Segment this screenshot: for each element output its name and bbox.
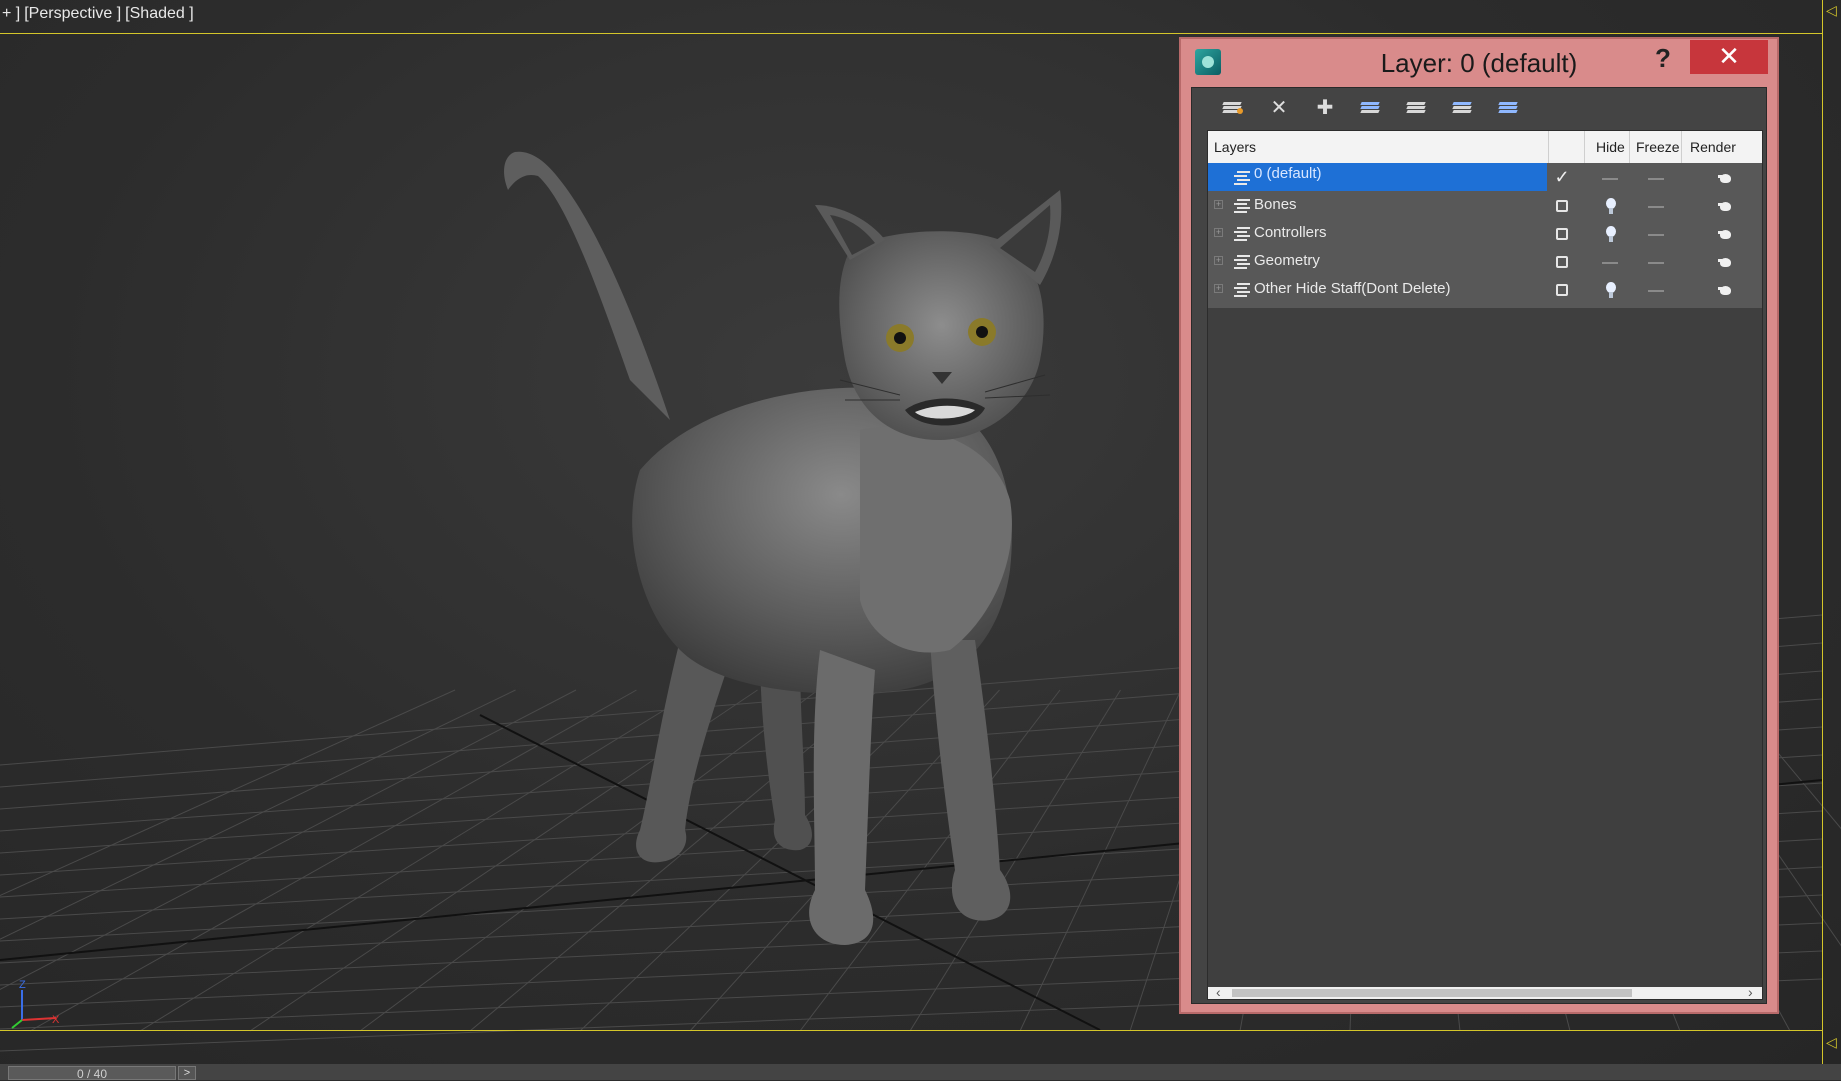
maximize-corner-icon[interactable]: ◁: [1826, 2, 1837, 19]
freeze-all-layers-icon: [1499, 102, 1517, 114]
render-teapot-icon[interactable]: [1718, 228, 1734, 240]
select-objects-in-layer-button[interactable]: [1358, 96, 1384, 120]
layer-name-cell[interactable]: + Controllers: [1208, 219, 1547, 250]
layer-list-header: Layers Hide Freeze Render: [1208, 131, 1762, 163]
viewport-pov-label[interactable]: [Perspective ]: [24, 5, 121, 22]
set-current-checkbox[interactable]: [1556, 256, 1568, 268]
hide-lightbulb-icon[interactable]: [1605, 282, 1617, 300]
horizontal-scrollbar[interactable]: ‹ ›: [1208, 987, 1762, 999]
layer-icon: [1234, 255, 1250, 269]
highlight-selected-layer-button[interactable]: [1404, 96, 1430, 120]
layer-name-cell[interactable]: + Bones: [1208, 191, 1547, 222]
freeze-toggle-dash-icon[interactable]: [1648, 290, 1664, 292]
highlight-selected-layer-icon: [1407, 102, 1425, 114]
scroll-left-icon[interactable]: ‹: [1216, 984, 1221, 1000]
select-objects-in-layer-icon: [1361, 102, 1379, 114]
freeze-toggle-dash-icon[interactable]: [1648, 206, 1664, 208]
layer-row[interactable]: + Other Hide Staff(Dont Delete): [1208, 275, 1762, 308]
layer-name: Controllers: [1254, 224, 1327, 241]
layer-toolbar: ✕ ✚: [1192, 88, 1766, 126]
layer-name: 0 (default): [1254, 165, 1322, 182]
scroll-right-icon[interactable]: ›: [1748, 984, 1753, 1000]
close-button[interactable]: ✕: [1690, 40, 1768, 74]
freeze-toggle-dash-icon[interactable]: [1648, 178, 1664, 180]
layer-name-cell[interactable]: + Geometry: [1208, 247, 1547, 278]
column-header-layers[interactable]: Layers: [1214, 139, 1256, 155]
layer-icon: [1234, 283, 1250, 297]
viewport-label[interactable]: + ][Perspective ][Shaded ]: [2, 5, 198, 23]
scrollbar-thumb[interactable]: [1232, 989, 1632, 997]
column-header-render[interactable]: Render: [1690, 139, 1736, 155]
hide-toggle-dash-icon[interactable]: [1602, 262, 1618, 264]
dialog-titlebar[interactable]: Layer: 0 (default) ? ✕: [1181, 39, 1777, 85]
add-to-layer-icon: ✚: [1317, 97, 1334, 119]
current-layer-check-icon[interactable]: ✓: [1552, 167, 1572, 187]
column-header-hide[interactable]: Hide: [1596, 139, 1625, 155]
hide-lightbulb-icon[interactable]: [1605, 226, 1617, 244]
layer-name-cell[interactable]: + Other Hide Staff(Dont Delete): [1208, 275, 1547, 306]
freeze-toggle-dash-icon[interactable]: [1648, 262, 1664, 264]
dialog-body: ✕ ✚ Layers Hide: [1191, 87, 1767, 1004]
hide-all-layers-button[interactable]: [1450, 96, 1476, 120]
set-current-checkbox[interactable]: [1556, 228, 1568, 240]
hide-toggle-dash-icon[interactable]: [1602, 178, 1618, 180]
layer-name-cell[interactable]: 0 (default): [1208, 163, 1547, 194]
add-to-layer-button[interactable]: ✚: [1312, 96, 1338, 120]
render-teapot-icon[interactable]: [1718, 200, 1734, 212]
maximize-corner-icon[interactable]: ◁: [1826, 1034, 1837, 1051]
time-slider[interactable]: 0 / 40: [8, 1066, 176, 1080]
delete-layer-button[interactable]: ✕: [1266, 96, 1292, 120]
delete-layer-icon: ✕: [1271, 97, 1288, 119]
hide-lightbulb-icon[interactable]: [1605, 198, 1617, 216]
set-current-checkbox[interactable]: [1556, 284, 1568, 296]
layer-name: Bones: [1254, 196, 1297, 213]
layer-icon: [1234, 171, 1250, 185]
freeze-toggle-dash-icon[interactable]: [1648, 234, 1664, 236]
hide-all-layers-icon: [1453, 102, 1471, 114]
expand-icon[interactable]: +: [1214, 256, 1223, 265]
layer-list[interactable]: Layers Hide Freeze Render 0 (default) ✓ + B…: [1207, 130, 1763, 1000]
expand-icon[interactable]: +: [1214, 228, 1223, 237]
help-button[interactable]: ?: [1655, 43, 1671, 74]
freeze-all-layers-button[interactable]: [1496, 96, 1522, 120]
layer-dialog: Layer: 0 (default) ? ✕ ✕ ✚: [1179, 37, 1779, 1014]
dialog-title: Layer: 0 (default): [1181, 48, 1777, 79]
render-teapot-icon[interactable]: [1718, 284, 1734, 296]
create-new-layer-button[interactable]: [1220, 96, 1246, 120]
layer-name: Geometry: [1254, 252, 1320, 269]
viewport-right-border: [1822, 0, 1823, 1080]
timeline-bar: [0, 1064, 1841, 1080]
viewport-shading-label[interactable]: [Shaded ]: [125, 5, 194, 22]
layer-icon: [1234, 227, 1250, 241]
expand-icon[interactable]: +: [1214, 200, 1223, 209]
layer-icon: [1234, 199, 1250, 213]
set-current-checkbox[interactable]: [1556, 200, 1568, 212]
viewport-menu-label[interactable]: + ]: [2, 5, 20, 22]
expand-icon[interactable]: +: [1214, 284, 1223, 293]
time-next-button[interactable]: >: [178, 1066, 196, 1080]
column-header-freeze[interactable]: Freeze: [1636, 139, 1680, 155]
render-teapot-icon[interactable]: [1718, 172, 1734, 184]
layer-name: Other Hide Staff(Dont Delete): [1254, 280, 1450, 297]
render-teapot-icon[interactable]: [1718, 256, 1734, 268]
